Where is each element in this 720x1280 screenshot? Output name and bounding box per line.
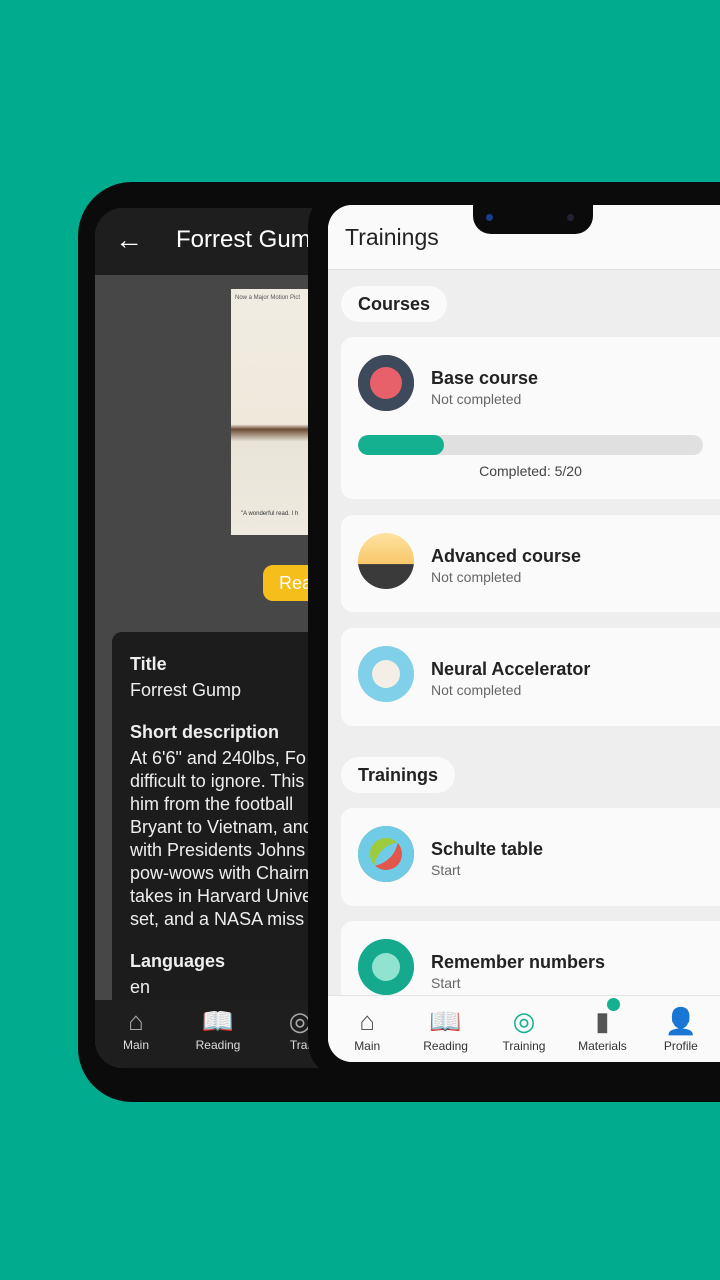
reading-icon: 📖 [429, 1006, 462, 1036]
lightbulb-brain-icon [358, 646, 414, 702]
training-status: Start [431, 862, 461, 878]
app-bar: ← Forrest Gump [95, 208, 325, 275]
course-card-neural[interactable]: Neural Accelerator Not completed [341, 628, 720, 726]
course-name: Neural Accelerator [431, 659, 591, 679]
course-name: Base course [431, 368, 539, 388]
nav-profile[interactable]: 👤 Profile [642, 996, 720, 1062]
brain-icon [358, 355, 414, 411]
page-title: Forrest Gump [176, 226, 325, 253]
road-icon [358, 533, 414, 589]
home-icon: ⌂ [359, 1006, 376, 1036]
languages-value: en [130, 977, 151, 997]
book-info-card: Title Forrest Gump Short description At … [112, 632, 325, 1032]
bottom-nav: ⌂ Main 📖 Reading ◎ Trai [95, 1000, 325, 1068]
course-status: Not completed [431, 391, 522, 407]
training-status: Start [431, 975, 461, 991]
book-icon: ▮ [595, 1006, 610, 1036]
page-title: Trainings [345, 224, 439, 250]
description-text: At 6'6" and 240lbs, Fo difficult to ignor… [130, 748, 313, 929]
trainings-section-label: Trainings [341, 757, 456, 793]
training-card-schulte[interactable]: Schulte table Start [341, 808, 720, 906]
progress-fill [358, 435, 445, 455]
calculator-icon [358, 939, 414, 995]
nav-training[interactable]: ◎ Training [485, 996, 563, 1062]
languages-label: Languages [130, 951, 226, 971]
target-icon: ◎ [512, 1006, 536, 1036]
nav-main[interactable]: ⌂ Main [95, 1000, 177, 1068]
title-value: Forrest Gump [130, 680, 242, 700]
course-name: Advanced course [431, 546, 582, 566]
home-icon: ⌂ [128, 1006, 144, 1036]
course-card-base[interactable]: Base course Not completed Completed: 5/2… [341, 337, 720, 499]
title-label: Title [130, 654, 167, 674]
nav-reading[interactable]: 📖 Reading [406, 996, 484, 1062]
training-name: Schulte table [431, 839, 544, 859]
training-name: Remember numbers [431, 952, 606, 972]
person-icon: 👤 [664, 1006, 698, 1036]
course-status: Not completed [431, 682, 522, 698]
trainings-screen: Trainings Courses Base course Not comple… [328, 205, 720, 1062]
reading-icon: 📖 [201, 1006, 235, 1036]
number-grid-icon [358, 826, 414, 882]
camera-notch [473, 205, 593, 234]
course-progress-bar [358, 435, 703, 455]
completed-count: Completed: 5/20 [479, 463, 582, 479]
cover-text: Now a Major Motion Pict [235, 295, 301, 301]
course-status: Not completed [431, 569, 522, 585]
back-arrow-icon[interactable]: ← [115, 224, 143, 256]
nav-main[interactable]: ⌂ Main [328, 996, 406, 1062]
bottom-nav: ⌂ Main 📖 Reading ◎ Training ▮ Materials 👤 Pro… [328, 995, 720, 1062]
nav-materials[interactable]: ▮ Materials [563, 996, 641, 1062]
description-label: Short description [130, 722, 280, 742]
course-card-advanced[interactable]: Advanced course Not completed [341, 515, 720, 612]
courses-section-label: Courses [341, 286, 448, 322]
cover-quote: "A wonderful read. I h [241, 511, 299, 517]
nav-reading[interactable]: 📖 Reading [177, 1000, 259, 1068]
book-detail-screen: ← Forrest Gump Now a Major Motion Pict "… [95, 208, 325, 1068]
